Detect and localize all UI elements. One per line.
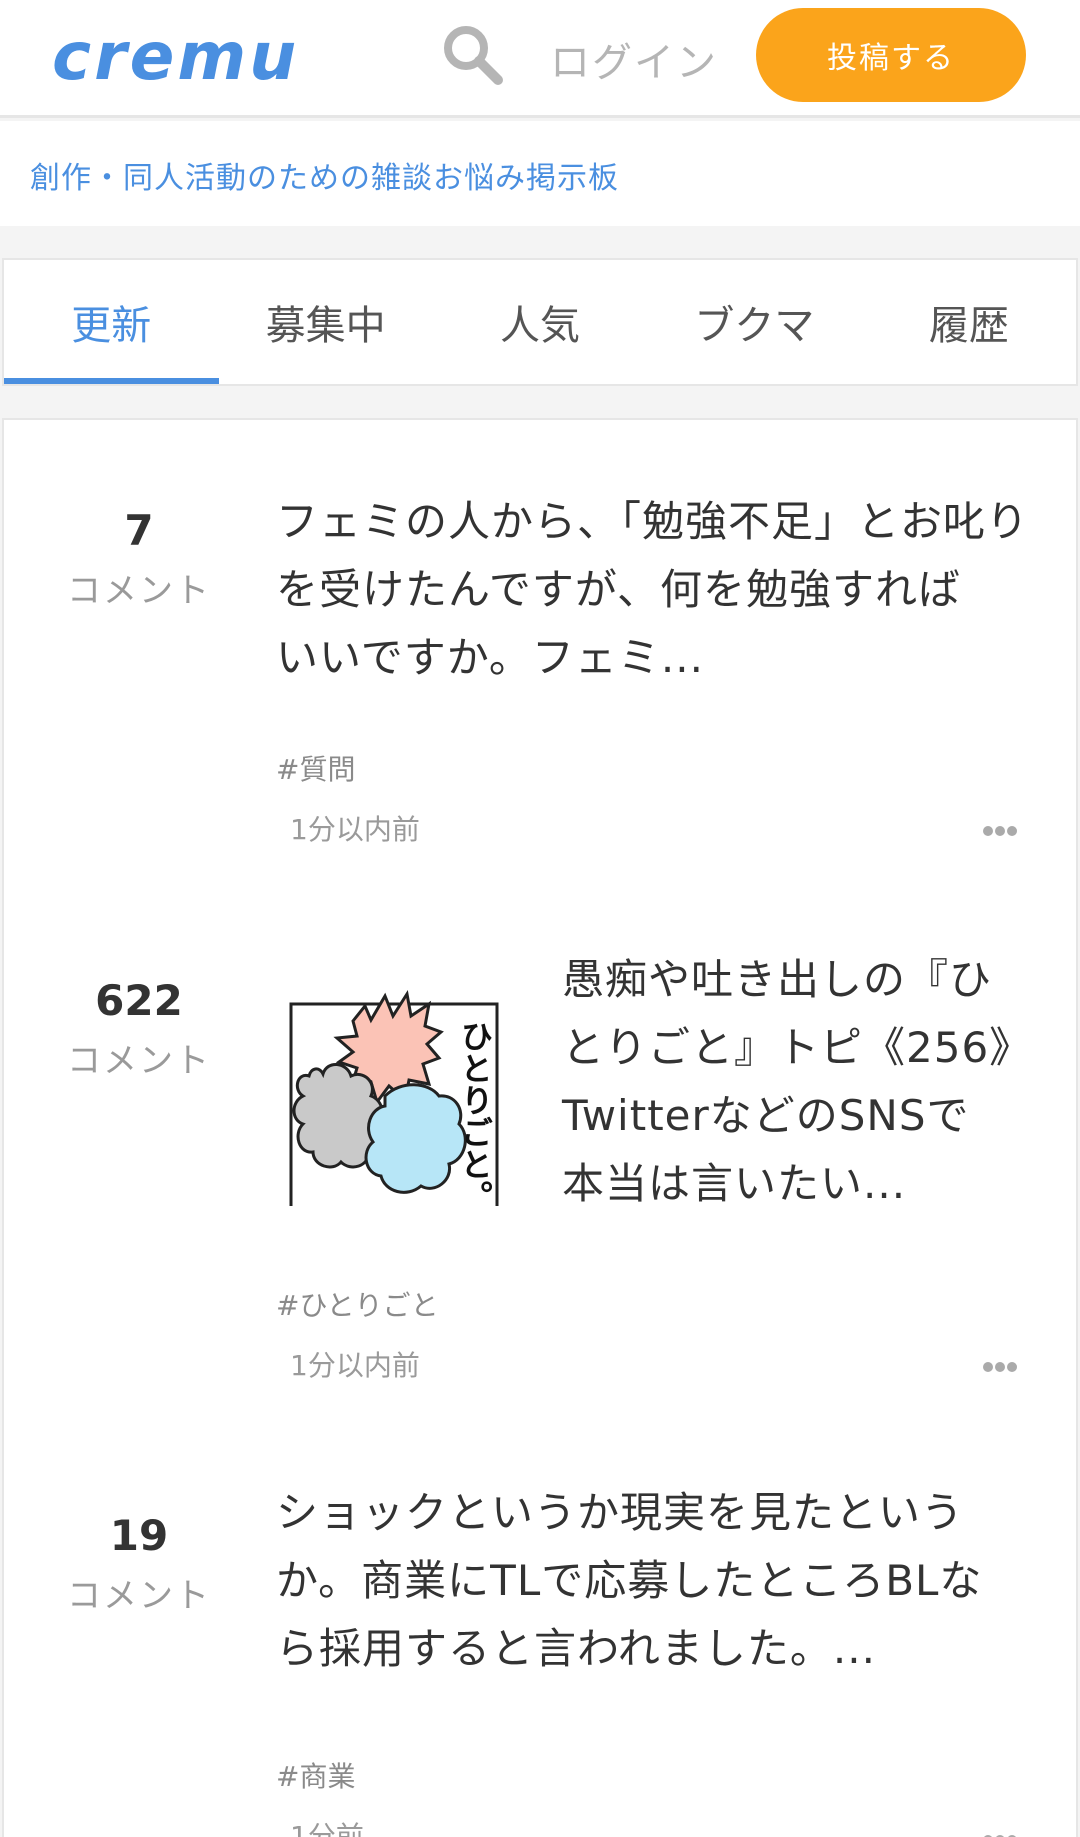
post-title-line: 愚痴や吐き出しの『ひ — [562, 955, 993, 1004]
comment-count: 622 — [95, 976, 183, 1025]
tab-bookmarks[interactable]: ブクマ — [647, 260, 861, 384]
subheader: 創作・同人活動のための雑談お悩み掲示板 — [0, 121, 1080, 226]
post-list: 7 コメント フェミの人から、「勉強不足」とお叱り を受けたんですが、何を勉強す… — [2, 418, 1078, 1837]
post-tag[interactable]: #商業 — [276, 1755, 355, 1795]
post-time: 1分以内前 — [290, 813, 420, 846]
login-link[interactable]: ログイン — [550, 30, 718, 88]
list-item[interactable]: 7 コメント フェミの人から、「勉強不足」とお叱り を受けたんですが、何を勉強す… — [4, 420, 1080, 890]
tab-history[interactable]: 履歴 — [862, 260, 1076, 384]
post-title-line: TwitterなどのSNSで — [562, 1091, 970, 1140]
comment-label: コメント — [67, 1041, 211, 1081]
post-title[interactable]: ショックというか現実を見たという か。商業にTLで応募したところBLな ら採用す… — [276, 1479, 1056, 1683]
post-thumbnail[interactable]: ひとりごと。 — [289, 976, 499, 1206]
comment-count: 19 — [109, 1511, 169, 1560]
comment-count: 7 — [124, 506, 154, 555]
post-time: 1分前 — [290, 1820, 364, 1837]
tab-bar: 更新 募集中 人気 ブクマ 履歴 — [2, 258, 1078, 386]
post-button[interactable]: 投稿する — [756, 8, 1026, 102]
post-title-line: いいですか。フェミ... — [276, 633, 704, 682]
more-icon[interactable] — [982, 1360, 1018, 1374]
search-icon[interactable] — [440, 22, 504, 86]
post-tag[interactable]: #質問 — [276, 748, 355, 788]
more-icon[interactable] — [982, 1833, 1018, 1837]
thumbnail-text: ひとりごと。 — [456, 1020, 494, 1206]
post-title-line: か。商業にTLで応募したところBLな — [276, 1556, 983, 1605]
post-title-line: フェミの人から、「勉強不足」とお叱り — [276, 497, 1030, 546]
more-icon[interactable] — [982, 824, 1018, 838]
post-title-line: ショックというか現実を見たという — [276, 1488, 965, 1537]
post-title[interactable]: 愚痴や吐き出しの『ひ とりごと』トピ《256》 TwitterなどのSNSで 本… — [562, 946, 1052, 1218]
tab-popular[interactable]: 人気 — [433, 260, 647, 384]
tab-updated[interactable]: 更新 — [4, 260, 220, 384]
post-tag[interactable]: #ひとりごと — [276, 1284, 439, 1324]
post-title-line: ら採用すると言われました。... — [276, 1624, 876, 1673]
post-title-line: とりごと』トピ《256》 — [562, 1023, 1033, 1072]
tab-recruiting[interactable]: 募集中 — [218, 260, 432, 384]
list-item[interactable]: 622 コメント ひとりごと。 愚痴や吐き出しの『ひ とりごと』トピ《256》 … — [4, 890, 1080, 1425]
comment-count-box: 19 コメント — [54, 1511, 224, 1617]
list-item[interactable]: 19 コメント ショックというか現実を見たという か。商業にTLで応募したところ… — [4, 1425, 1080, 1837]
comment-label: コメント — [67, 571, 211, 611]
post-title-line: 本当は言いたい... — [562, 1159, 907, 1208]
post-title-line: を受けたんですが、何を勉強すれば — [276, 565, 962, 614]
comment-label: コメント — [67, 1576, 211, 1616]
post-time: 1分以内前 — [290, 1349, 420, 1382]
app-header: cremu ログイン 投稿する — [0, 0, 1080, 118]
comment-count-box: 7 コメント — [54, 506, 224, 612]
logo[interactable]: cremu — [52, 18, 299, 95]
site-tagline: 創作・同人活動のための雑談お悩み掲示板 — [30, 161, 619, 196]
comment-count-box: 622 コメント — [54, 976, 224, 1082]
post-title[interactable]: フェミの人から、「勉強不足」とお叱り を受けたんですが、何を勉強すれば いいです… — [276, 488, 1056, 692]
